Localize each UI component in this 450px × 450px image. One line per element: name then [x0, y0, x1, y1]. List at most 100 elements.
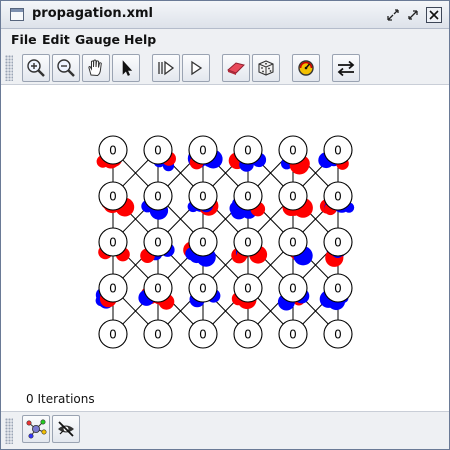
- play-icon: [191, 60, 203, 76]
- node-value: 0: [199, 236, 207, 250]
- network-node[interactable]: 0: [278, 319, 308, 349]
- toolbar: [1, 51, 449, 85]
- iterations-label: 0 Iterations: [26, 392, 95, 406]
- gauge-button[interactable]: [292, 54, 320, 82]
- restore-icon: [387, 9, 399, 21]
- node-value: 0: [334, 144, 342, 158]
- network-color-icon: [26, 419, 47, 439]
- node-value: 0: [154, 144, 162, 158]
- hand-icon: [88, 59, 102, 77]
- node-value: 0: [289, 328, 297, 342]
- network-node[interactable]: 0: [140, 227, 175, 263]
- network-node[interactable]: 0: [188, 319, 218, 349]
- menu-gauge[interactable]: Gauge: [75, 32, 120, 47]
- network-node[interactable]: 0: [277, 273, 310, 311]
- network-node[interactable]: 0: [98, 319, 128, 349]
- zoom-out-button[interactable]: [52, 54, 80, 82]
- node-value: 0: [289, 282, 297, 296]
- app-window: propagation.xml File Edit Gauge Help 0 0…: [0, 0, 450, 450]
- network-view-button[interactable]: [22, 415, 50, 443]
- network-node[interactable]: 0: [228, 135, 267, 172]
- hide-view-button[interactable]: [52, 415, 80, 443]
- node-value: 0: [109, 328, 117, 342]
- network-node[interactable]: 0: [95, 273, 128, 309]
- node-value: 0: [154, 328, 162, 342]
- close-icon: [429, 10, 439, 20]
- node-value: 0: [199, 144, 207, 158]
- network-node[interactable]: 0: [143, 135, 176, 172]
- node-value: 0: [289, 144, 297, 158]
- network-canvas[interactable]: 0 0 0 0 0 0 0 0 0 0 0 0 0 0 0 0 0 0 0 0 0 0 0 0 0 0 0 0 0 0: [1, 86, 449, 411]
- zoom-in-icon: [27, 59, 45, 77]
- network-node[interactable]: 0: [278, 181, 313, 218]
- network-node[interactable]: 0: [188, 273, 221, 308]
- network-node[interactable]: 0: [278, 227, 313, 266]
- node-value: 0: [244, 282, 252, 296]
- network-node[interactable]: 0: [141, 181, 173, 220]
- pan-button[interactable]: [82, 54, 110, 82]
- node-value: 0: [244, 328, 252, 342]
- swap-button[interactable]: [332, 54, 360, 82]
- network-node[interactable]: 0: [138, 273, 175, 310]
- node-value: 0: [244, 190, 252, 204]
- network-nodes: 0 0 0 0 0 0 0 0 0 0 0 0 0 0 0 0 0 0 0 0 0 0 0 0 0 0 0 0 0 0: [95, 135, 355, 349]
- network-node[interactable]: 0: [187, 181, 219, 216]
- node-value: 0: [289, 236, 297, 250]
- network-node[interactable]: 0: [319, 181, 355, 216]
- node-value: 0: [154, 282, 162, 296]
- bottom-toolbar-grip[interactable]: [5, 418, 13, 444]
- step-forward-icon: [158, 60, 175, 76]
- close-button[interactable]: [426, 7, 442, 23]
- hidden-eye-icon: [58, 421, 74, 437]
- node-value: 0: [334, 190, 342, 204]
- menu-help[interactable]: Help: [124, 32, 156, 47]
- node-value: 0: [199, 282, 207, 296]
- maximize-button[interactable]: [405, 7, 421, 23]
- network-node[interactable]: 0: [183, 227, 218, 267]
- network-node[interactable]: 0: [98, 181, 135, 217]
- network-node[interactable]: 0: [233, 319, 263, 349]
- window-icon: [10, 8, 24, 21]
- network-node[interactable]: 0: [319, 273, 353, 311]
- network-diagram[interactable]: 0 0 0 0 0 0 0 0 0 0 0 0 0 0 0 0 0 0 0 0 0 0 0 0 0 0 0 0 0 0: [1, 86, 449, 411]
- dice-icon: [258, 60, 274, 76]
- node-value: 0: [334, 328, 342, 342]
- network-node[interactable]: 0: [187, 135, 223, 170]
- network-node[interactable]: 0: [278, 135, 310, 175]
- menu-file[interactable]: File: [11, 32, 37, 47]
- node-value: 0: [154, 190, 162, 204]
- play-button[interactable]: [182, 54, 210, 82]
- eraser-icon: [227, 62, 245, 75]
- node-value: 0: [199, 328, 207, 342]
- randomize-button[interactable]: [252, 54, 280, 82]
- zoom-in-button[interactable]: [22, 54, 50, 82]
- toolbar-grip[interactable]: [5, 55, 13, 81]
- select-button[interactable]: [112, 54, 140, 82]
- network-node[interactable]: 0: [231, 227, 268, 264]
- gauge-icon: [298, 60, 314, 76]
- network-node[interactable]: 0: [323, 319, 353, 349]
- node-value: 0: [109, 144, 117, 158]
- menu-bar: File Edit Gauge Help: [1, 29, 449, 51]
- node-value: 0: [244, 236, 252, 250]
- network-node[interactable]: 0: [323, 227, 353, 267]
- zoom-out-icon: [57, 59, 75, 77]
- title-bar[interactable]: propagation.xml: [1, 1, 449, 29]
- network-node[interactable]: 0: [98, 227, 130, 262]
- node-value: 0: [334, 236, 342, 250]
- network-node[interactable]: 0: [231, 273, 263, 310]
- step-button[interactable]: [152, 54, 180, 82]
- erase-button[interactable]: [222, 54, 250, 82]
- network-node[interactable]: 0: [318, 135, 353, 170]
- node-value: 0: [109, 282, 117, 296]
- restore-button[interactable]: [385, 7, 401, 23]
- network-node[interactable]: 0: [143, 319, 173, 349]
- maximize-icon: [408, 10, 418, 20]
- node-value: 0: [289, 190, 297, 204]
- node-value: 0: [109, 236, 117, 250]
- network-node[interactable]: 0: [229, 181, 266, 220]
- menu-edit[interactable]: Edit: [42, 32, 70, 47]
- network-node[interactable]: 0: [96, 135, 128, 169]
- bottom-toolbar: [1, 411, 449, 449]
- node-value: 0: [244, 144, 252, 158]
